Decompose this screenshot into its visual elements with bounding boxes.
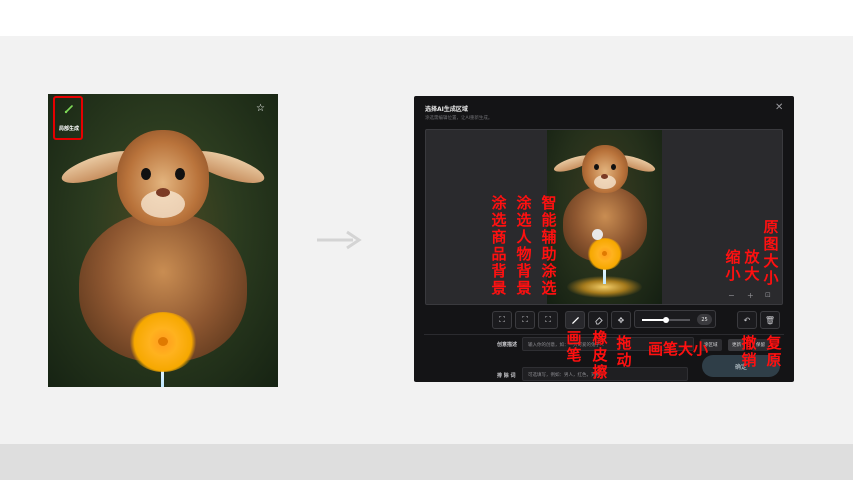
close-icon[interactable]: ✕ xyxy=(775,103,783,113)
brush-cursor xyxy=(592,229,603,240)
annotation-zoom-in: 放大 xyxy=(744,248,760,283)
annotation-brush-size: 画笔大小 xyxy=(648,340,709,358)
top-band xyxy=(0,0,853,36)
canvas-image xyxy=(547,130,662,304)
brush-size-value: 25 xyxy=(697,314,712,325)
brush-icon xyxy=(64,105,73,114)
annotation-brush: 画笔 xyxy=(566,329,582,364)
annotation-eraser: 橡皮擦 xyxy=(592,329,608,381)
description-label: 创意描述 xyxy=(497,342,518,348)
exclude-label: 排 除 词 xyxy=(497,373,516,379)
annotation-restore: 复原 xyxy=(766,334,782,369)
modal-subtitle: 涂选需编辑位置，让AI重新生成。 xyxy=(425,116,493,121)
bottom-band xyxy=(0,444,853,480)
restore-button[interactable]: 🗑 xyxy=(760,311,780,329)
select-person-bg-button[interactable]: ⛶ xyxy=(515,311,535,329)
eraser-button[interactable] xyxy=(588,311,608,329)
smart-select-button[interactable]: ⛶ xyxy=(538,311,558,329)
brush-size-slider[interactable] xyxy=(642,317,690,323)
brush-button[interactable] xyxy=(565,311,585,329)
annotation-zoom-out: 缩小 xyxy=(725,248,741,283)
undo-button[interactable]: ↶ xyxy=(737,311,757,329)
local-generate-tool-highlight[interactable]: 局部生成 xyxy=(53,96,83,140)
zoom-out-button[interactable]: − xyxy=(728,292,735,300)
brush-size-control: 25 xyxy=(634,310,716,328)
brush-icon xyxy=(571,316,579,324)
local-generate-label: 局部生成 xyxy=(58,126,79,132)
annotation-undo: 撤销 xyxy=(741,334,757,369)
arrow-icon xyxy=(317,230,362,250)
annotation-select-product-bg: 涂选商品背景 xyxy=(491,194,507,297)
annotation-select-person-bg: 涂选人物背景 xyxy=(516,194,532,297)
original-size-button[interactable]: ⊡ xyxy=(765,292,771,299)
annotation-original-size: 原图大小 xyxy=(763,218,779,287)
favorite-icon[interactable]: ☆ xyxy=(256,104,265,114)
annotation-smart-brush: 智能辅助涂选 xyxy=(541,194,557,297)
select-product-bg-button[interactable]: ⛶ xyxy=(492,311,512,329)
zoom-in-button[interactable]: + xyxy=(747,292,754,300)
eraser-icon xyxy=(594,316,603,325)
modal-title: 选择AI生成区域 xyxy=(425,106,468,113)
annotation-drag: 拖动 xyxy=(616,334,632,369)
drag-button[interactable]: ✥ xyxy=(611,311,631,329)
